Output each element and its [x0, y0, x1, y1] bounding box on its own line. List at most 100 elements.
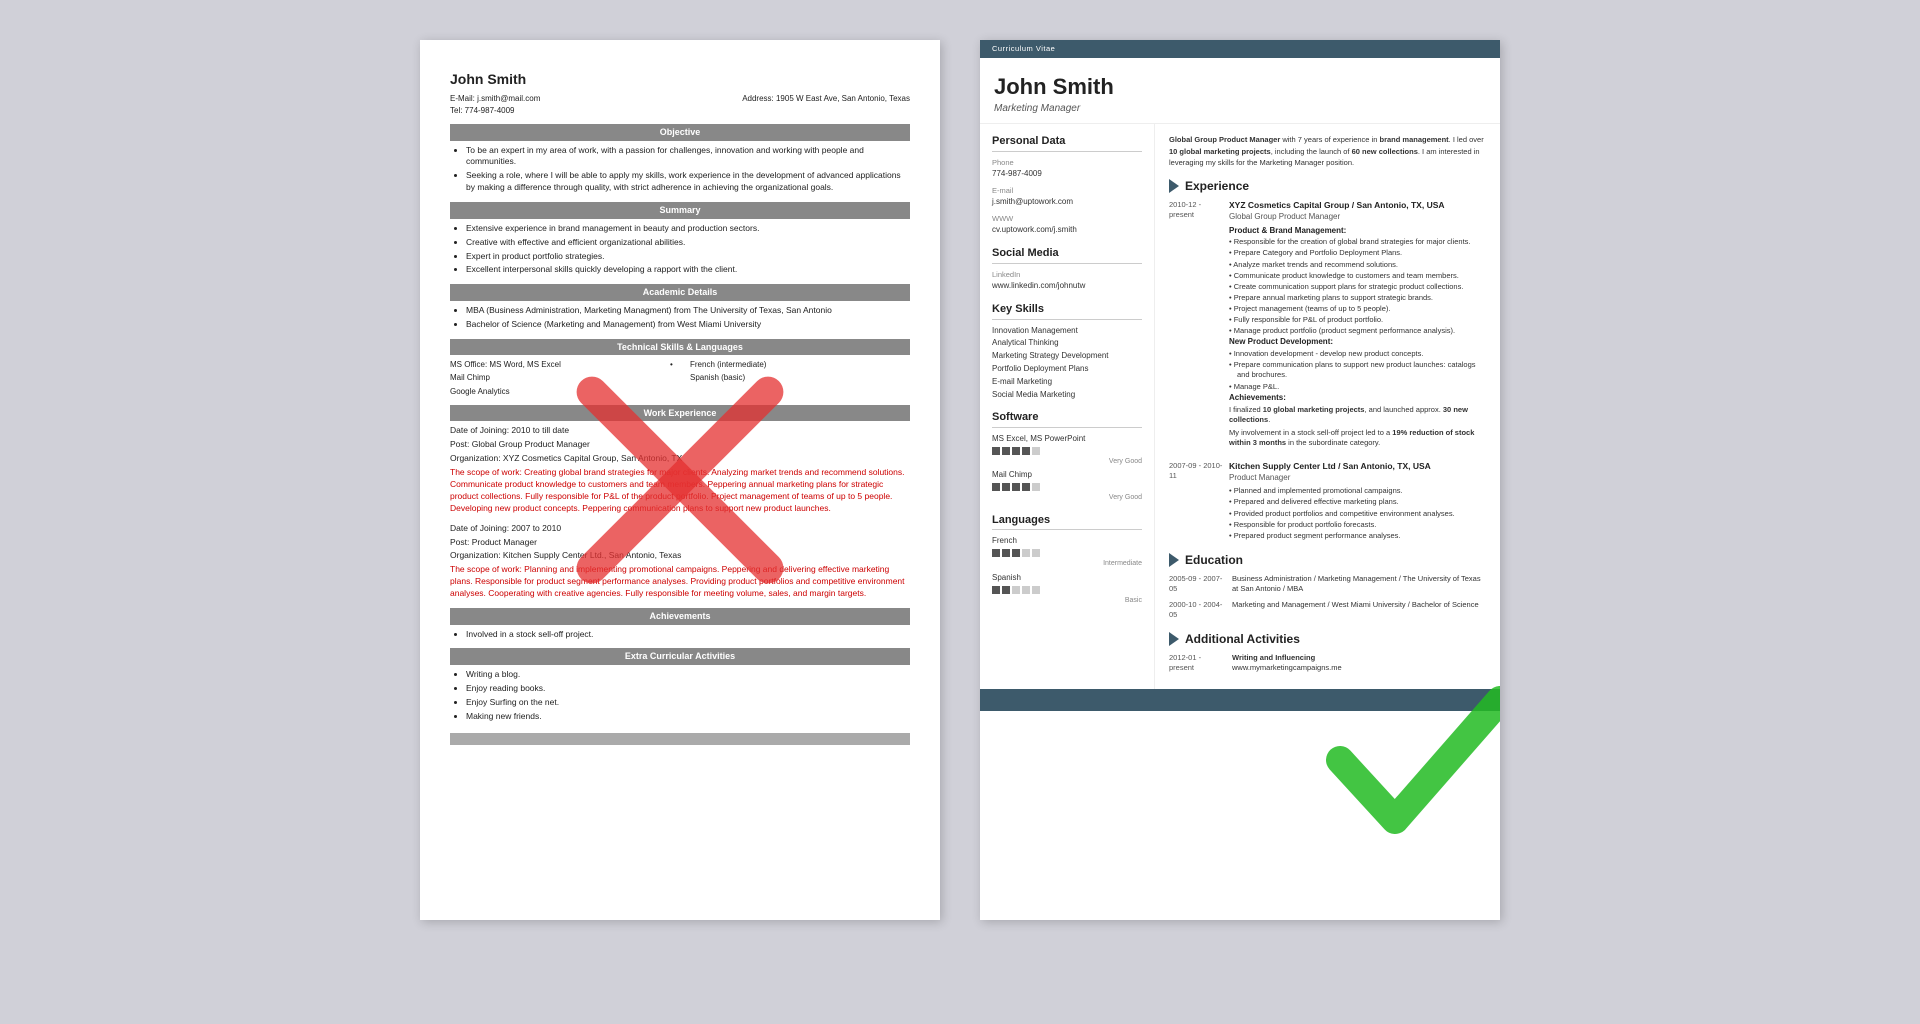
personal-data-label: Personal Data	[992, 134, 1142, 152]
exp-job-2: 2007-09 - 2010-11 Kitchen Supply Center …	[1169, 461, 1486, 542]
dot	[992, 483, 1000, 491]
software-item-2-name: Mail Chimp	[992, 470, 1142, 481]
left-job-1: Date of Joining: 2010 to till date Post:…	[450, 425, 910, 514]
act-label: Additional Activities	[1185, 631, 1300, 647]
job-post: Post: Global Group Product Manager	[450, 439, 910, 451]
list-item: Involved in a stock sell-off project.	[466, 629, 910, 641]
job-scope: The scope of work: Creating global brand…	[450, 467, 910, 515]
act-item-1: 2012-01 - present Writing and Influencin…	[1169, 653, 1486, 673]
skills-label: Key Skills	[992, 302, 1142, 320]
right-right-col: Global Group Product Manager with 7 year…	[1155, 124, 1500, 689]
lang-item-2-level: Basic	[992, 596, 1142, 605]
resume-bad: John Smith E-Mail: j.smith@mail.com Addr…	[420, 40, 940, 920]
email-label: E-mail	[992, 186, 1142, 196]
lang-item-1-name: French	[992, 536, 1142, 547]
skill-item: Social Media Marketing	[992, 390, 1142, 401]
exp-bullet: Prepare communication plans to support n…	[1229, 360, 1486, 380]
job-org: Organization: Kitchen Supply Center Ltd.…	[450, 550, 910, 562]
job-org: Organization: XYZ Cosmetics Capital Grou…	[450, 453, 910, 465]
exp-job-1-subtitle-3: Achievements:	[1229, 393, 1486, 404]
exp-bullet: Responsible for the creation of global b…	[1229, 237, 1486, 247]
exp-job-1-ach-text-1: I finalized 10 global marketing projects…	[1229, 405, 1486, 425]
left-email: E-Mail: j.smith@mail.com	[450, 93, 540, 104]
exp-bullet: Innovation development - develop new pro…	[1229, 349, 1486, 359]
dot	[1002, 447, 1010, 455]
dot-empty	[1012, 586, 1020, 594]
lang-item-2-dots	[992, 586, 1142, 594]
dot	[992, 447, 1000, 455]
exp-bullet: Communicate product knowledge to custome…	[1229, 271, 1486, 281]
exp-bullet: Fully responsible for P&L of product por…	[1229, 315, 1486, 325]
edu-item-1: 2005-09 - 2007-05 Business Administratio…	[1169, 574, 1486, 594]
exp-bullet: Planned and implemented promotional camp…	[1229, 486, 1486, 496]
exp-bullet: Prepared and delivered effective marketi…	[1229, 497, 1486, 507]
exp-bullet: Analyze market trends and recommend solu…	[1229, 260, 1486, 270]
skill-item: Portfolio Deployment Plans	[992, 364, 1142, 375]
edu-section-title: Education	[1169, 552, 1486, 568]
list-item: Making new friends.	[466, 711, 910, 723]
dot	[992, 549, 1000, 557]
list-item: Writing a blog.	[466, 669, 910, 681]
email-value: j.smith@uptowork.com	[992, 197, 1142, 208]
act-item-1-text: www.mymarketingcampaigns.me	[1232, 663, 1342, 672]
software-item-1-dots	[992, 447, 1142, 455]
left-skills-title: Technical Skills & Languages	[450, 339, 910, 356]
exp-job-1-date: 2010-12 - present	[1169, 200, 1224, 220]
dot-empty	[1032, 447, 1040, 455]
exp-bullet: Create communication support plans for s…	[1229, 282, 1486, 292]
edu-item-1-text: Business Administration / Marketing Mana…	[1232, 574, 1486, 594]
left-obj-list: To be an expert in my area of work, with…	[466, 145, 910, 195]
list-item: Excellent interpersonal skills quickly d…	[466, 264, 910, 276]
job-post: Post: Product Manager	[450, 537, 910, 549]
list-item: Enjoy Surfing on the net.	[466, 697, 910, 709]
left-footer-bar	[450, 733, 910, 745]
exp-job-1-company: XYZ Cosmetics Capital Group / San Antoni…	[1229, 200, 1486, 211]
skill-item: French (intermediate)	[690, 359, 910, 370]
list-item: Bachelor of Science (Marketing and Manag…	[466, 319, 910, 331]
act-item-1-content: Writing and Influencing www.mymarketingc…	[1232, 653, 1342, 673]
dot-empty	[1022, 586, 1030, 594]
skill-item: Mail Chimp	[450, 372, 670, 383]
linkedin-value: www.linkedin.com/johnutw	[992, 281, 1142, 292]
right-title: Marketing Manager	[994, 102, 1486, 116]
right-left-col: Personal Data Phone 774-987-4009 E-mail …	[980, 124, 1155, 689]
left-acad-title: Academic Details	[450, 284, 910, 301]
left-acad-list: MBA (Business Administration, Marketing …	[466, 305, 910, 331]
exp-bullet: Manage P&L.	[1229, 382, 1486, 392]
dot	[1002, 586, 1010, 594]
exp-job-2-company: Kitchen Supply Center Ltd / San Antonio,…	[1229, 461, 1486, 472]
list-item: Seeking a role, where I will be able to …	[466, 170, 910, 194]
main-container: John Smith E-Mail: j.smith@mail.com Addr…	[0, 0, 1920, 1024]
dot	[1002, 549, 1010, 557]
left-obj-title: Objective	[450, 124, 910, 141]
left-name: John Smith	[450, 70, 910, 90]
list-item: Enjoy reading books.	[466, 683, 910, 695]
dot	[1022, 483, 1030, 491]
resume-good: Curriculum Vitae John Smith Marketing Ma…	[980, 40, 1500, 920]
phone-label: Phone	[992, 158, 1142, 168]
exp-job-2-date: 2007-09 - 2010-11	[1169, 461, 1224, 481]
right-intro: Global Group Product Manager with 7 year…	[1169, 134, 1486, 168]
dot-empty	[1032, 483, 1040, 491]
dot-empty	[1032, 549, 1040, 557]
software-item-2-dots	[992, 483, 1142, 491]
software-label: Software	[992, 410, 1142, 428]
skill-item: Innovation Management	[992, 326, 1142, 337]
edu-item-1-date: 2005-09 - 2007-05	[1169, 574, 1224, 594]
software-item-1-level: Very Good	[992, 457, 1142, 466]
exp-bullet: Manage product portfolio (product segmen…	[1229, 326, 1486, 336]
left-sum-list: Extensive experience in brand management…	[466, 223, 910, 277]
right-body: Personal Data Phone 774-987-4009 E-mail …	[980, 124, 1500, 689]
list-item: MBA (Business Administration, Marketing …	[466, 305, 910, 317]
exp-job-1-content: XYZ Cosmetics Capital Group / San Antoni…	[1229, 200, 1486, 448]
exp-job-2-content: Kitchen Supply Center Ltd / San Antonio,…	[1229, 461, 1486, 541]
exp-job-1-ach-text-2: My involvement in a stock sell-off proje…	[1229, 428, 1486, 448]
left-ach-title: Achievements	[450, 608, 910, 625]
job-joining: Date of Joining: 2010 to till date	[450, 425, 910, 437]
lang-item-1-dots	[992, 549, 1142, 557]
dot	[1012, 447, 1020, 455]
right-bottom-bar	[980, 689, 1500, 711]
linkedin-label: LinkedIn	[992, 270, 1142, 280]
list-item: Creative with effective and efficient or…	[466, 237, 910, 249]
left-contact: E-Mail: j.smith@mail.com Address: 1905 W…	[450, 93, 910, 104]
